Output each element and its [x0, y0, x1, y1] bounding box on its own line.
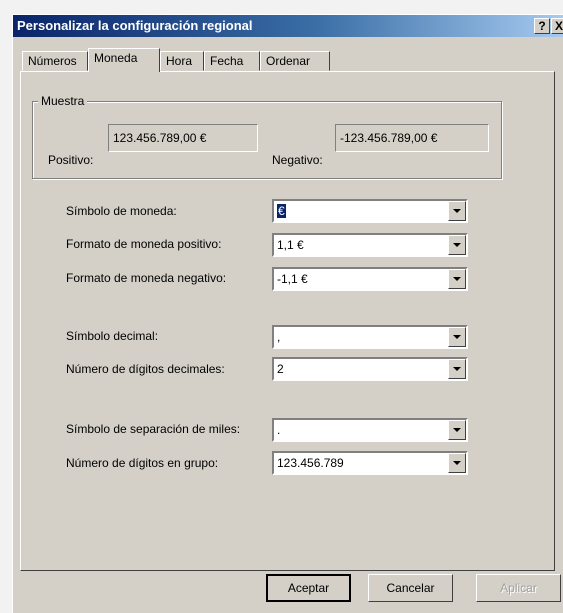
tab-hora[interactable]: Hora	[160, 51, 204, 71]
close-button[interactable]: X	[551, 18, 563, 34]
chevron-down-icon[interactable]	[448, 235, 466, 255]
tab-ordenar[interactable]: Ordenar	[260, 51, 330, 71]
tab-fecha[interactable]: Fecha	[204, 51, 260, 71]
positive-format-label: Formato de moneda positivo:	[66, 237, 222, 251]
positive-format-combo[interactable]: 1,1 €	[272, 233, 468, 257]
apply-button[interactable]: Aplicar	[476, 574, 561, 602]
positive-format-value: 1,1 €	[277, 238, 304, 252]
grouping-digits-combo[interactable]: 123.456.789	[272, 451, 468, 475]
negative-label: Negativo:	[272, 153, 323, 167]
positive-sample: 123.456.789,00 €	[108, 124, 258, 152]
cancel-button[interactable]: Cancelar	[368, 574, 453, 602]
negative-sample: -123.456.789,00 €	[335, 124, 489, 152]
grouping-digits-value: 123.456.789	[277, 456, 344, 470]
decimal-digits-label: Número de dígitos decimales:	[66, 362, 225, 376]
thousands-symbol-label: Símbolo de separación de miles:	[66, 422, 241, 436]
negative-format-combo[interactable]: -1,1 €	[272, 267, 468, 291]
decimal-symbol-value: ,	[277, 330, 281, 344]
chevron-down-icon[interactable]	[448, 201, 466, 221]
negative-format-value: -1,1 €	[277, 272, 308, 286]
currency-symbol-value: €	[277, 204, 286, 218]
chevron-down-icon[interactable]	[448, 453, 466, 473]
currency-symbol-combo[interactable]: €	[272, 199, 468, 223]
tab-numeros[interactable]: Números	[22, 51, 88, 71]
chevron-down-icon[interactable]	[448, 269, 466, 289]
decimal-digits-combo[interactable]: 2	[272, 357, 468, 381]
thousands-symbol-combo[interactable]: .	[272, 418, 468, 442]
positive-label: Positivo:	[48, 153, 94, 167]
currency-symbol-label: Símbolo de moneda:	[66, 204, 177, 218]
title-bar: Personalizar la configuración regional ?…	[13, 15, 563, 37]
ok-button[interactable]: Aceptar	[266, 574, 351, 602]
chevron-down-icon[interactable]	[448, 359, 466, 379]
decimal-symbol-combo[interactable]: ,	[272, 325, 468, 349]
tab-moneda[interactable]: Moneda	[88, 48, 160, 72]
help-button[interactable]: ?	[534, 18, 550, 34]
decimal-symbol-label: Símbolo decimal:	[66, 329, 159, 343]
chevron-down-icon[interactable]	[448, 327, 466, 347]
sample-group-label: Muestra	[38, 94, 88, 108]
chevron-down-icon[interactable]	[448, 420, 466, 440]
negative-format-label: Formato de moneda negativo:	[66, 271, 227, 285]
thousands-symbol-value: .	[277, 423, 281, 437]
window-title: Personalizar la configuración regional	[17, 18, 253, 33]
grouping-digits-label: Número de dígitos en grupo:	[66, 456, 219, 470]
decimal-digits-value: 2	[277, 362, 284, 376]
